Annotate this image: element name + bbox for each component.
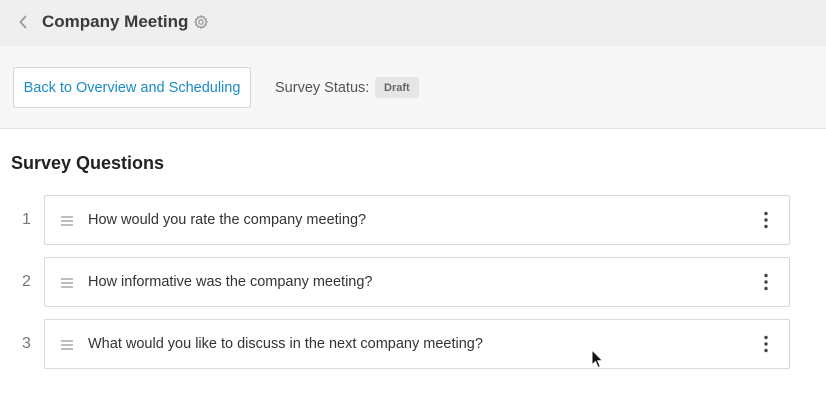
question-row: 2 How informative was the company meetin… xyxy=(0,257,826,307)
survey-toolbar: Back to Overview and Scheduling Survey S… xyxy=(0,46,826,129)
top-bar: Company Meeting xyxy=(0,0,826,46)
question-number: 2 xyxy=(22,273,31,290)
question-text: What would you like to discuss in the ne… xyxy=(88,336,483,352)
question-card[interactable]: How would you rate the company meeting? xyxy=(44,195,790,245)
survey-status-label: Survey Status: xyxy=(275,80,370,96)
question-number: 1 xyxy=(22,211,31,228)
drag-handle-icon[interactable] xyxy=(60,276,74,288)
page-title: Company Meeting xyxy=(42,12,189,31)
chevron-left-icon[interactable] xyxy=(15,14,31,30)
question-row: 1 How would you rate the company meeting… xyxy=(0,195,826,245)
gear-icon[interactable] xyxy=(193,14,209,30)
question-text: How would you rate the company meeting? xyxy=(88,212,367,228)
question-card[interactable]: What would you like to discuss in the ne… xyxy=(44,319,790,369)
question-row: 3 What would you like to discuss in the … xyxy=(0,319,826,369)
drag-handle-icon[interactable] xyxy=(60,214,74,226)
back-to-overview-button[interactable]: Back to Overview and Scheduling xyxy=(13,67,251,108)
question-number: 3 xyxy=(22,335,31,352)
more-options-icon[interactable] xyxy=(756,209,776,231)
section-title: Survey Questions xyxy=(11,153,165,173)
drag-handle-icon[interactable] xyxy=(60,338,74,350)
question-card[interactable]: How informative was the company meeting? xyxy=(44,257,790,307)
question-text: How informative was the company meeting? xyxy=(88,274,373,290)
more-options-icon[interactable] xyxy=(756,271,776,293)
status-badge: Draft xyxy=(375,77,419,98)
mouse-cursor-icon xyxy=(591,348,605,369)
more-options-icon[interactable] xyxy=(756,333,776,355)
